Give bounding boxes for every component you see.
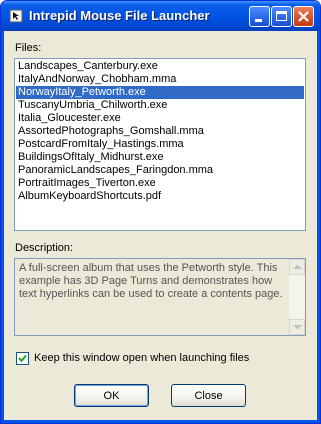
keep-open-checkbox[interactable] — [16, 352, 29, 365]
scroll-down-button[interactable] — [289, 319, 305, 335]
list-item[interactable]: PortraitImages_Tiverton.exe — [16, 177, 304, 190]
maximize-icon — [276, 11, 287, 21]
list-item[interactable]: PanoramicLandscapes_Faringdon.mma — [16, 164, 304, 177]
files-label: Files: — [15, 42, 42, 54]
description-text: A full-screen album that uses the Petwor… — [19, 262, 283, 300]
close-button[interactable]: Close — [171, 384, 246, 407]
description-box[interactable]: A full-screen album that uses the Petwor… — [14, 258, 306, 336]
title-bar[interactable]: Intrepid Mouse File Launcher — [1, 1, 320, 31]
list-item[interactable]: PostcardFromItaly_Hastings.mma — [16, 138, 304, 151]
keep-open-label[interactable]: Keep this window open when launching fil… — [34, 352, 249, 364]
minimize-icon — [255, 19, 262, 22]
checkmark-icon — [18, 354, 27, 363]
description-scrollbar[interactable] — [289, 259, 305, 335]
maximize-button[interactable] — [271, 6, 292, 27]
list-item[interactable]: TuscanyUmbria_Chilworth.exe — [16, 99, 304, 112]
window-frame-bottom — [1, 420, 320, 423]
scroll-down-arrow-icon — [293, 325, 302, 330]
window-title: Intrepid Mouse File Launcher — [29, 8, 210, 23]
window-frame-left — [1, 31, 4, 423]
close-icon — [298, 11, 309, 22]
close-window-button[interactable] — [293, 6, 314, 27]
launcher-window: Intrepid Mouse File Launcher Files: Land… — [0, 0, 321, 424]
list-item[interactable]: Landscapes_Canterbury.exe — [16, 60, 304, 73]
scroll-up-button[interactable] — [289, 259, 305, 275]
list-item[interactable]: ItalyAndNorway_Chobham.mma — [16, 73, 304, 86]
ok-button[interactable]: OK — [74, 384, 149, 407]
list-item[interactable]: AlbumKeyboardShortcuts.pdf — [16, 190, 304, 203]
minimize-button[interactable] — [249, 6, 270, 27]
window-frame-right — [317, 31, 320, 423]
scroll-up-arrow-icon — [293, 264, 302, 269]
mouse-app-icon — [8, 8, 24, 24]
files-listbox[interactable]: Landscapes_Canterbury.exe ItalyAndNorway… — [14, 58, 306, 231]
list-item-selected[interactable]: NorwayItaly_Petworth.exe — [16, 86, 304, 99]
list-item[interactable]: AssortedPhotographs_Gomshall.mma — [16, 125, 304, 138]
description-label: Description: — [15, 242, 74, 254]
list-item[interactable]: Italia_Gloucester.exe — [16, 112, 304, 125]
list-item[interactable]: BuildingsOfItaly_Midhurst.exe — [16, 151, 304, 164]
